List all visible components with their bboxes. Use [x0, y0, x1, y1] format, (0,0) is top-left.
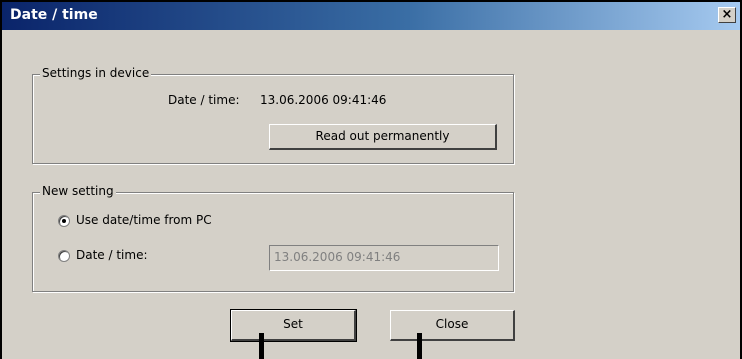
- manual-datetime-label[interactable]: Date / time:: [76, 248, 148, 262]
- close-icon: ×: [721, 7, 733, 22]
- device-datetime-value: 13.06.2006 09:41:46: [260, 93, 387, 107]
- radio-selected-dot: [62, 219, 66, 223]
- window-title: Date / time: [10, 7, 98, 23]
- device-datetime-label: Date / time:: [168, 93, 240, 107]
- close-button-label: Close: [435, 317, 469, 331]
- title-bar[interactable]: Date / time ×: [2, 2, 740, 30]
- callout-marker: [259, 333, 264, 359]
- use-pc-datetime-radio[interactable]: [58, 215, 70, 227]
- settings-in-device-group: Settings in device Date / time: 13.06.20…: [32, 66, 514, 164]
- read-out-permanently-button[interactable]: Read out permanently: [269, 124, 497, 150]
- manual-datetime-value: 13.06.2006 09:41:46: [274, 250, 401, 264]
- set-button[interactable]: Set: [230, 309, 357, 342]
- manual-datetime-field[interactable]: 13.06.2006 09:41:46: [269, 245, 499, 271]
- manual-datetime-radio[interactable]: [58, 250, 70, 262]
- use-pc-datetime-label[interactable]: Use date/time from PC: [76, 213, 212, 227]
- read-out-permanently-label: Read out permanently: [315, 129, 450, 143]
- close-window-button[interactable]: ×: [718, 7, 736, 23]
- new-setting-legend: New setting: [40, 184, 116, 198]
- close-button[interactable]: Close: [390, 310, 515, 341]
- new-setting-group: New setting Use date/time from PC Date /…: [32, 184, 514, 292]
- date-time-dialog: Date / time × Settings in device Date / …: [0, 0, 742, 359]
- settings-in-device-legend: Settings in device: [40, 66, 152, 80]
- callout-marker: [417, 333, 422, 359]
- set-button-label: Set: [283, 317, 303, 331]
